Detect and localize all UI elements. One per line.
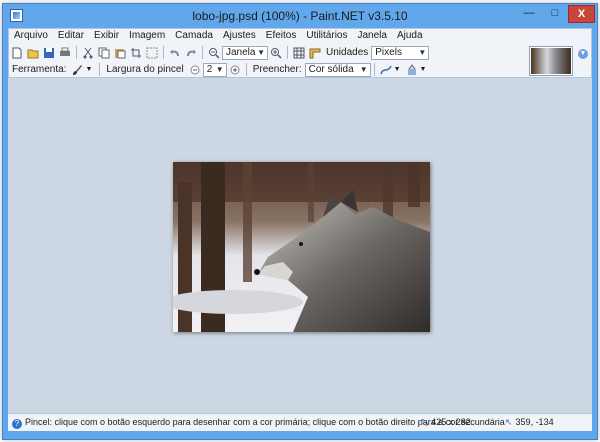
menu-camada[interactable]: Camada [170,29,218,44]
crop-to-selection-icon[interactable] [130,47,142,59]
blend-mode-icon[interactable] [406,63,418,76]
menu-bar: Arquivo Editar Exibir Imagem Camada Ajus… [9,29,428,44]
chevron-down-icon[interactable]: ▼ [578,49,588,59]
ruler-icon[interactable] [309,47,321,59]
toolbar-separator [287,46,288,59]
minimize-button[interactable]: — [516,5,542,23]
toolbar-separator [163,46,164,59]
help-icon: ? [12,419,22,429]
zoom-in-icon[interactable] [270,47,282,59]
fill-combo[interactable]: Cor sólida ▼ [304,62,371,77]
redo-icon[interactable] [185,47,197,59]
zoom-combo-value: Janela [226,46,256,58]
print-icon[interactable] [59,47,71,59]
close-button[interactable]: X [568,5,595,23]
antialiasing-dropdown-arrow[interactable]: ▼ [394,66,401,73]
brush-width-value: 2 [206,63,213,75]
tool-options-toolbar: Ferramenta: ▼ Largura do pincel 2 ▼ Pree… [9,61,529,78]
menu-arquivo[interactable]: Arquivo [9,29,53,44]
toolbar-separator [76,46,77,59]
save-icon[interactable] [43,47,55,59]
title-bar[interactable]: lobo-jpg.psd (100%) - Paint.NET v3.5.10 … [3,4,597,28]
antialiasing-icon[interactable] [379,64,392,76]
canvas-workspace[interactable] [8,78,592,413]
menu-janela[interactable]: Janela [352,29,391,44]
menu-ajuda[interactable]: Ajuda [392,29,428,44]
zoom-combo[interactable]: Janela ▼ [222,45,268,60]
cut-icon[interactable] [82,47,94,59]
tool-dropdown-arrow[interactable]: ▼ [85,66,92,73]
toolbar-separator [245,63,247,76]
menu-imagem[interactable]: Imagem [124,29,170,44]
decrease-width-icon[interactable] [189,64,201,76]
units-label: Unidades [326,47,369,58]
paintbrush-icon[interactable] [71,64,83,76]
open-folder-icon[interactable] [27,47,39,59]
status-image-size: ⤡ 425 x 282 [421,417,471,428]
image-tab-thumbnail[interactable] [529,46,573,76]
new-file-icon[interactable] [11,47,23,59]
tool-label: Ferramenta: [12,64,67,75]
fill-combo-value: Cor sólida [308,63,354,75]
chevron-down-icon: ▼ [215,64,224,74]
resize-icon: ⤡ [421,417,429,427]
app-window: lobo-jpg.psd (100%) - Paint.NET v3.5.10 … [2,3,598,440]
window-title: lobo-jpg.psd (100%) - Paint.NET v3.5.10 [192,9,408,23]
toolbar-separator [99,63,101,76]
toolbar-area: Arquivo Editar Exibir Imagem Camada Ajus… [8,28,592,78]
wolf-thumbnail-image [531,48,571,74]
paste-icon[interactable] [114,47,126,59]
cursor-position-value: 359, -134 [515,417,554,427]
chevron-down-icon: ▼ [418,47,427,57]
image-canvas[interactable] [173,162,430,332]
brush-width-combo[interactable]: 2 ▼ [202,62,227,77]
units-combo[interactable]: Pixels ▼ [371,45,430,60]
cursor-position-icon: ↖ [505,417,513,427]
undo-icon[interactable] [169,47,181,59]
deselect-icon[interactable] [146,47,158,59]
copy-icon[interactable] [98,47,110,59]
wolf-photo [173,162,430,332]
menu-exibir[interactable]: Exibir [89,29,124,44]
menu-efeitos[interactable]: Efeitos [261,29,302,44]
menu-utilitarios[interactable]: Utilitários [301,29,352,44]
blend-mode-dropdown-arrow[interactable]: ▼ [420,66,427,73]
menu-editar[interactable]: Editar [53,29,89,44]
menu-ajustes[interactable]: Ajustes [218,29,261,44]
toolbar-separator [373,63,375,76]
zoom-out-icon[interactable] [208,47,220,59]
units-combo-value: Pixels [375,46,402,58]
grid-icon[interactable] [293,47,305,59]
image-size-value: 425 x 282 [431,417,471,427]
fill-label: Preencher: [252,64,302,75]
toolbar-separator [202,46,203,59]
status-cursor-position: ↖ 359, -134 [505,417,554,428]
brush-width-label: Largura do pincel [106,64,184,75]
increase-width-icon[interactable] [229,64,241,76]
chevron-down-icon: ▼ [257,47,265,57]
chevron-down-icon: ▼ [359,64,368,74]
maximize-button[interactable]: □ [542,5,568,23]
main-toolbar: Janela ▼ Unidades Pixels ▼ [9,44,529,61]
status-bar: ? Pincel: clique com o botão esquerdo par… [8,413,592,431]
